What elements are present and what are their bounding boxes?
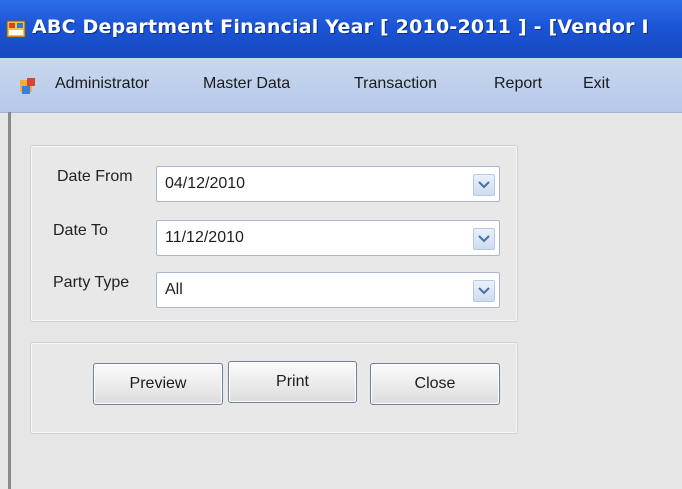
- date-to-label: Date To: [53, 222, 108, 239]
- chevron-down-icon[interactable]: [473, 174, 495, 196]
- menu-administrator[interactable]: Administrator: [55, 75, 149, 93]
- chevron-down-icon[interactable]: [473, 280, 495, 302]
- date-from-label: Date From: [57, 168, 133, 185]
- title-bar: ABC Department Financial Year [ 2010-201…: [0, 0, 682, 58]
- menu-bar: Administrator Master Data Transaction Re…: [0, 58, 682, 113]
- app-icon: [6, 20, 26, 38]
- print-button[interactable]: Print: [228, 361, 357, 403]
- date-to-combo[interactable]: 11/12/2010: [156, 220, 500, 256]
- preview-button[interactable]: Preview: [93, 363, 223, 405]
- mdi-window-icon[interactable]: [18, 76, 40, 96]
- chevron-down-icon[interactable]: [473, 228, 495, 250]
- menu-master-data[interactable]: Master Data: [203, 75, 290, 93]
- menu-transaction[interactable]: Transaction: [354, 75, 437, 93]
- menu-exit[interactable]: Exit: [583, 75, 610, 93]
- window-border: [8, 112, 11, 489]
- party-type-value: All: [165, 281, 183, 298]
- date-from-value: 04/12/2010: [165, 175, 246, 192]
- actions-groupbox: Preview Print Close: [30, 342, 518, 434]
- window-title: ABC Department Financial Year [ 2010-201…: [32, 16, 649, 38]
- menu-report[interactable]: Report: [494, 75, 542, 93]
- party-type-combo[interactable]: All: [156, 272, 500, 308]
- date-from-combo[interactable]: 04/12/2010: [156, 166, 500, 202]
- party-type-label: Party Type: [53, 274, 130, 291]
- date-to-value: 11/12/2010: [165, 229, 244, 246]
- close-button[interactable]: Close: [370, 363, 500, 405]
- filter-groupbox: Date From 04/12/2010 Date To 11/12/2010 …: [30, 145, 518, 322]
